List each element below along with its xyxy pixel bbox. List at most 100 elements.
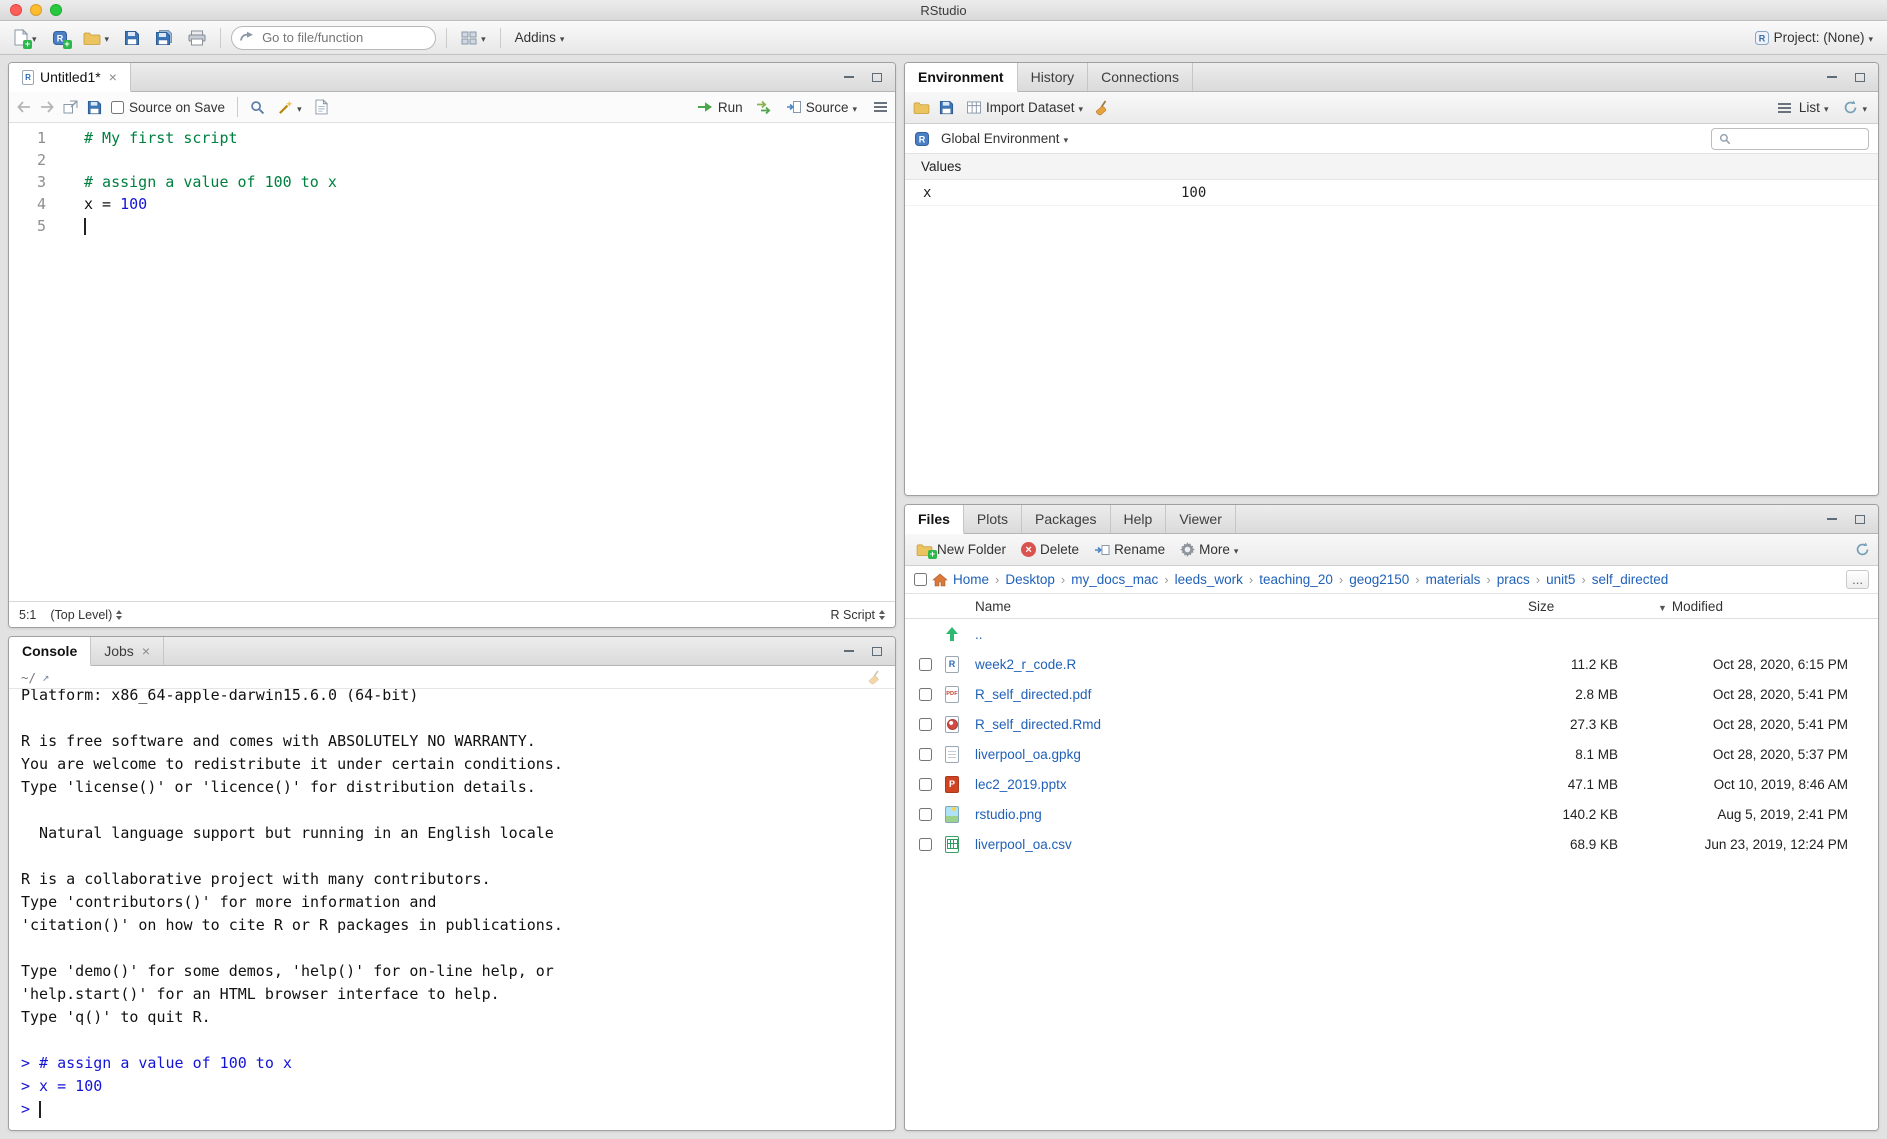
console-output[interactable]: Platform: x86_64-apple-darwin15.6.0 (64-…: [9, 689, 895, 1130]
file-select-checkbox[interactable]: [919, 658, 932, 671]
back-icon[interactable]: [17, 101, 31, 113]
environment-variable-row[interactable]: x 100: [905, 180, 1878, 206]
code-editor[interactable]: 1# My first script23# assign a value of …: [9, 123, 895, 601]
popout-icon[interactable]: [63, 100, 78, 114]
breadcrumb-item[interactable]: materials: [1409, 572, 1480, 587]
maximize-pane-icon[interactable]: [869, 644, 885, 658]
print-button[interactable]: [184, 28, 210, 48]
tab-files[interactable]: Files: [905, 505, 964, 534]
column-size[interactable]: Size: [1528, 599, 1658, 614]
new-file-button[interactable]: [10, 27, 41, 48]
refresh-button[interactable]: [1840, 98, 1870, 117]
breadcrumb-item[interactable]: leeds_work: [1158, 572, 1243, 587]
minimize-pane-icon[interactable]: [1824, 70, 1840, 84]
environment-search-input[interactable]: [1736, 131, 1861, 146]
rename-button[interactable]: Rename: [1091, 540, 1168, 559]
scope-dropdown[interactable]: Global Environment: [937, 129, 1072, 148]
code-line[interactable]: 5: [9, 215, 895, 237]
column-modified[interactable]: Modified: [1658, 599, 1878, 614]
tab-untitled1[interactable]: Untitled1*: [9, 63, 131, 92]
tab-help[interactable]: Help: [1111, 505, 1167, 533]
save-icon[interactable]: [87, 100, 102, 115]
file-link[interactable]: rstudio.png: [975, 807, 1042, 822]
tab-viewer[interactable]: Viewer: [1166, 505, 1236, 533]
source-button[interactable]: Source: [782, 98, 861, 117]
save-icon[interactable]: [939, 100, 954, 115]
new-project-button[interactable]: R: [48, 28, 72, 48]
compile-report-icon[interactable]: [315, 99, 328, 115]
scope-selector[interactable]: (Top Level): [50, 607, 122, 623]
pane-layout-button[interactable]: [457, 28, 490, 47]
file-select-checkbox[interactable]: [919, 838, 932, 851]
source-on-save-toggle[interactable]: Source on Save: [111, 100, 225, 115]
list-view-button[interactable]: List: [1775, 98, 1832, 117]
maximize-pane-icon[interactable]: [869, 70, 885, 84]
maximize-pane-icon[interactable]: [1852, 70, 1868, 84]
code-line[interactable]: 1# My first script: [9, 127, 895, 149]
project-selector[interactable]: R Project: (None): [1750, 28, 1877, 48]
import-dataset-button[interactable]: Import Dataset: [963, 98, 1086, 117]
breadcrumb-item[interactable]: Home: [953, 572, 989, 587]
minimize-window-icon[interactable]: [30, 4, 42, 16]
file-link[interactable]: R_self_directed.pdf: [975, 687, 1091, 702]
breadcrumb-item[interactable]: unit5: [1530, 572, 1576, 587]
more-button[interactable]: More: [1177, 540, 1241, 559]
file-type-selector[interactable]: R Script: [831, 607, 885, 623]
file-select-checkbox[interactable]: [919, 778, 932, 791]
file-select-checkbox[interactable]: [919, 688, 932, 701]
file-link[interactable]: liverpool_oa.gpkg: [975, 747, 1081, 762]
new-folder-button[interactable]: New Folder: [913, 540, 1009, 559]
search-icon[interactable]: [250, 100, 265, 115]
file-link[interactable]: liverpool_oa.csv: [975, 837, 1072, 852]
minimize-pane-icon[interactable]: [841, 644, 857, 658]
select-all-checkbox[interactable]: [914, 573, 927, 586]
code-line[interactable]: 2: [9, 149, 895, 171]
tab-environment[interactable]: Environment: [905, 63, 1018, 92]
code-tools-button[interactable]: [274, 98, 306, 117]
addins-button[interactable]: Addins: [511, 28, 569, 47]
clear-console-icon[interactable]: [868, 670, 883, 685]
breadcrumb-overflow-button[interactable]: ...: [1846, 570, 1869, 589]
breadcrumb-item[interactable]: Desktop: [989, 572, 1055, 587]
document-outline-icon[interactable]: [874, 106, 887, 108]
file-link[interactable]: lec2_2019.pptx: [975, 777, 1067, 792]
rerun-icon[interactable]: [756, 100, 773, 115]
file-link[interactable]: week2_r_code.R: [975, 657, 1076, 672]
breadcrumb-item[interactable]: my_docs_mac: [1055, 572, 1158, 587]
goto-directory-icon[interactable]: [42, 670, 49, 684]
save-button[interactable]: [120, 28, 144, 48]
close-tab-icon[interactable]: [109, 70, 117, 84]
home-icon[interactable]: [932, 573, 948, 587]
close-window-icon[interactable]: [10, 4, 22, 16]
breadcrumb-item[interactable]: self_directed: [1575, 572, 1668, 587]
file-select-checkbox[interactable]: [919, 808, 932, 821]
minimize-pane-icon[interactable]: [1824, 512, 1840, 526]
file-link[interactable]: ..: [975, 627, 983, 642]
column-name[interactable]: Name: [975, 599, 1528, 614]
delete-button[interactable]: Delete: [1018, 540, 1082, 559]
tab-plots[interactable]: Plots: [964, 505, 1022, 533]
file-link[interactable]: R_self_directed.Rmd: [975, 717, 1101, 732]
file-select-checkbox[interactable]: [919, 748, 932, 761]
code-line[interactable]: 3# assign a value of 100 to x: [9, 171, 895, 193]
code-line[interactable]: 4x = 100: [9, 193, 895, 215]
source-on-save-checkbox[interactable]: [111, 101, 124, 114]
close-tab-icon[interactable]: [142, 644, 150, 658]
file-select-checkbox[interactable]: [919, 718, 932, 731]
breadcrumb-item[interactable]: geog2150: [1333, 572, 1409, 587]
minimize-pane-icon[interactable]: [841, 70, 857, 84]
tab-packages[interactable]: Packages: [1022, 505, 1110, 533]
breadcrumb-item[interactable]: pracs: [1480, 572, 1529, 587]
goto-file-input[interactable]: [231, 26, 436, 50]
tab-connections[interactable]: Connections: [1088, 63, 1193, 91]
tab-history[interactable]: History: [1018, 63, 1089, 91]
maximize-pane-icon[interactable]: [1852, 512, 1868, 526]
zoom-window-icon[interactable]: [50, 4, 62, 16]
forward-icon[interactable]: [40, 101, 54, 113]
breadcrumb-item[interactable]: teaching_20: [1243, 572, 1333, 587]
tab-jobs[interactable]: Jobs: [91, 637, 164, 665]
save-all-button[interactable]: [151, 27, 177, 48]
open-file-button[interactable]: [79, 28, 114, 47]
run-button[interactable]: Run: [693, 98, 747, 117]
open-folder-icon[interactable]: [913, 101, 930, 114]
